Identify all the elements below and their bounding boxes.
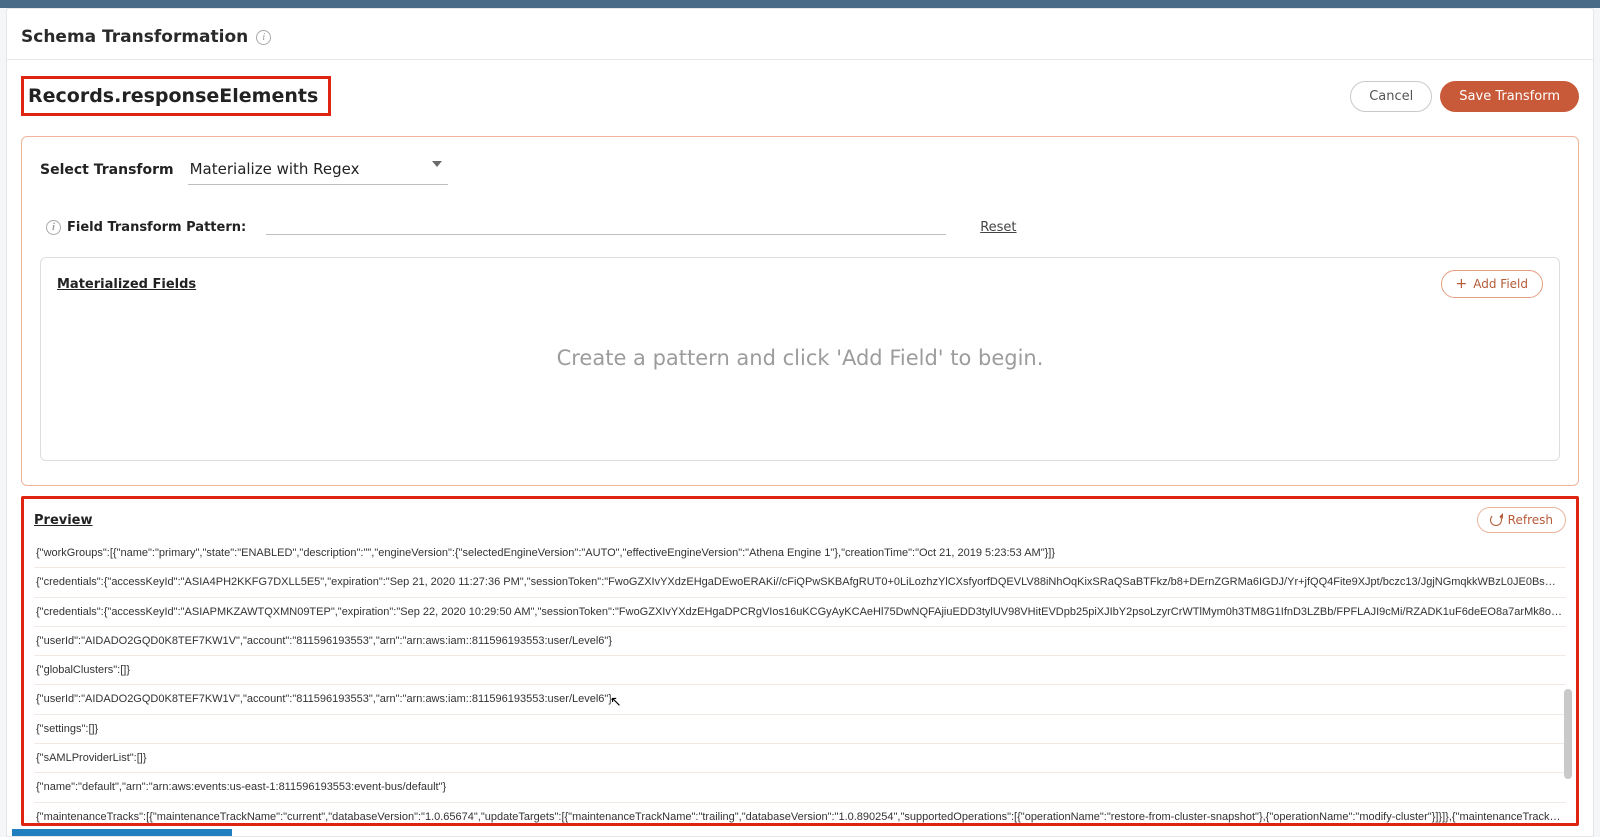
materialized-fields-panel: Materialized Fields + Add Field Create a… [40, 257, 1560, 461]
preview-row[interactable]: {"userId":"AIDADO2GQD0K8TEF7KW1V","accou… [34, 627, 1566, 656]
pattern-input[interactable] [266, 213, 946, 235]
preview-row[interactable]: {"userId":"AIDADO2GQD0K8TEF7KW1V","accou… [34, 685, 1566, 714]
preview-header: Preview Refresh [34, 507, 1566, 533]
preview-row[interactable]: {"credentials":{"accessKeyId":"ASIA4PH2K… [34, 568, 1566, 597]
preview-rows: {"workGroups":[{"name":"primary","state"… [34, 539, 1566, 826]
transform-selected-value: Materialize with Regex [190, 160, 360, 178]
title-bar: Records.responseElements Cancel Save Tra… [7, 60, 1593, 126]
page-header: Schema Transformation i [7, 9, 1593, 60]
refresh-icon [1490, 514, 1502, 526]
preview-panel: Preview Refresh {"workGroups":[{"name":"… [21, 496, 1579, 826]
preview-row[interactable]: {"name":"default","arn":"arn:aws:events:… [34, 773, 1566, 802]
preview-row[interactable]: {"settings":[]} [34, 715, 1566, 744]
transform-select[interactable]: Materialize with Regex [188, 155, 448, 185]
select-transform-label: Select Transform [40, 162, 174, 178]
preview-row[interactable]: {"credentials":{"accessKeyId":"ASIAPMKZA… [34, 598, 1566, 627]
page-title: Schema Transformation [21, 27, 248, 47]
refresh-button[interactable]: Refresh [1477, 507, 1566, 533]
add-field-label: Add Field [1473, 277, 1528, 291]
plus-icon: + [1456, 277, 1468, 291]
materialized-header: Materialized Fields + Add Field [57, 270, 1543, 298]
loading-accent [12, 829, 232, 836]
preview-row[interactable]: {"globalClusters":[]} [34, 656, 1566, 685]
transform-config-panel: Select Transform Materialize with Regex … [21, 136, 1579, 486]
select-transform-row: Select Transform Materialize with Regex [40, 155, 1560, 185]
materialized-title: Materialized Fields [57, 277, 196, 292]
field-path-highlight: Records.responseElements [21, 76, 331, 116]
refresh-label: Refresh [1508, 513, 1553, 527]
preview-scrollbar[interactable] [1564, 689, 1572, 779]
chevron-down-icon [432, 161, 442, 167]
field-path-title: Records.responseElements [28, 85, 318, 107]
preview-row[interactable]: {"maintenanceTracks":[{"maintenanceTrack… [34, 803, 1566, 826]
reset-link[interactable]: Reset [980, 220, 1016, 235]
info-icon[interactable]: i [256, 30, 271, 45]
save-transform-button[interactable]: Save Transform [1440, 81, 1579, 112]
pattern-label-wrap: i Field Transform Pattern: [46, 220, 246, 235]
add-field-button[interactable]: + Add Field [1441, 270, 1543, 298]
info-icon[interactable]: i [46, 220, 61, 235]
materialized-empty-text: Create a pattern and click 'Add Field' t… [57, 298, 1543, 440]
preview-title: Preview [34, 513, 93, 528]
page-container: Schema Transformation i Records.response… [6, 8, 1594, 837]
window-top-accent [0, 0, 1600, 8]
preview-row[interactable]: {"sAMLProviderList":[]} [34, 744, 1566, 773]
cancel-button[interactable]: Cancel [1350, 81, 1432, 112]
preview-row[interactable]: {"workGroups":[{"name":"primary","state"… [34, 539, 1566, 568]
pattern-row: i Field Transform Pattern: Reset [40, 213, 1560, 235]
pattern-label: Field Transform Pattern: [67, 220, 246, 235]
action-buttons: Cancel Save Transform [1350, 81, 1579, 112]
